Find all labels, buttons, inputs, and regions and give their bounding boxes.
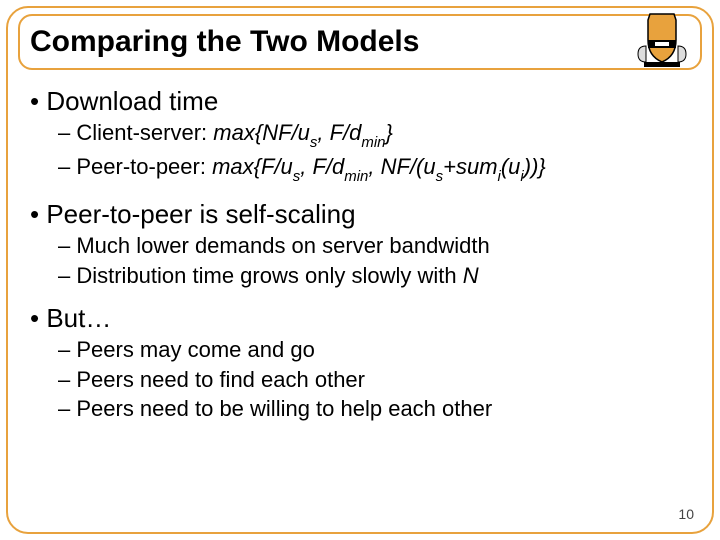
heading-self-scaling: • Peer-to-peer is self-scaling xyxy=(30,199,690,230)
princeton-crest-icon xyxy=(630,10,694,68)
heading-download-time: • Download time xyxy=(30,86,690,117)
sub: s xyxy=(436,168,443,185)
item-peer-to-peer: – Peer-to-peer: max{F/us, F/dmin, NF/(us… xyxy=(58,153,690,185)
formula: (u xyxy=(501,154,521,179)
formula: max{NF/u xyxy=(213,120,310,145)
formula: ))} xyxy=(524,154,546,179)
formula: , F/d xyxy=(317,120,361,145)
item-come-and-go: – Peers may come and go xyxy=(58,336,690,364)
sub: i xyxy=(498,168,501,185)
item-find-each-other: – Peers need to find each other xyxy=(58,366,690,394)
slide-number: 10 xyxy=(678,506,694,522)
formula: } xyxy=(385,120,392,145)
item-client-server: – Client-server: max{NF/us, F/dmin} xyxy=(58,119,690,151)
var-n: N xyxy=(463,263,479,288)
slide-title: Comparing the Two Models xyxy=(30,25,419,59)
text: – Client-server: xyxy=(58,120,213,145)
sub: s xyxy=(310,134,317,151)
sub: s xyxy=(293,168,300,185)
formula: +sum xyxy=(443,154,497,179)
item-lower-demands: – Much lower demands on server bandwidth xyxy=(58,232,690,260)
sub: min xyxy=(361,134,385,151)
sub: min xyxy=(344,168,368,185)
formula: , F/d xyxy=(300,154,344,179)
heading-but: • But… xyxy=(30,303,690,334)
text: – Distribution time grows only slowly wi… xyxy=(58,263,463,288)
formula: max{F/u xyxy=(212,154,293,179)
item-willing-help: – Peers need to be willing to help each … xyxy=(58,395,690,423)
formula: , NF/(u xyxy=(368,154,435,179)
sub: i xyxy=(520,168,523,185)
title-container: Comparing the Two Models xyxy=(18,14,702,70)
text: – Peer-to-peer: xyxy=(58,154,212,179)
item-grows-slowly: – Distribution time grows only slowly wi… xyxy=(58,262,690,290)
slide-content: • Download time – Client-server: max{NF/… xyxy=(30,86,690,520)
